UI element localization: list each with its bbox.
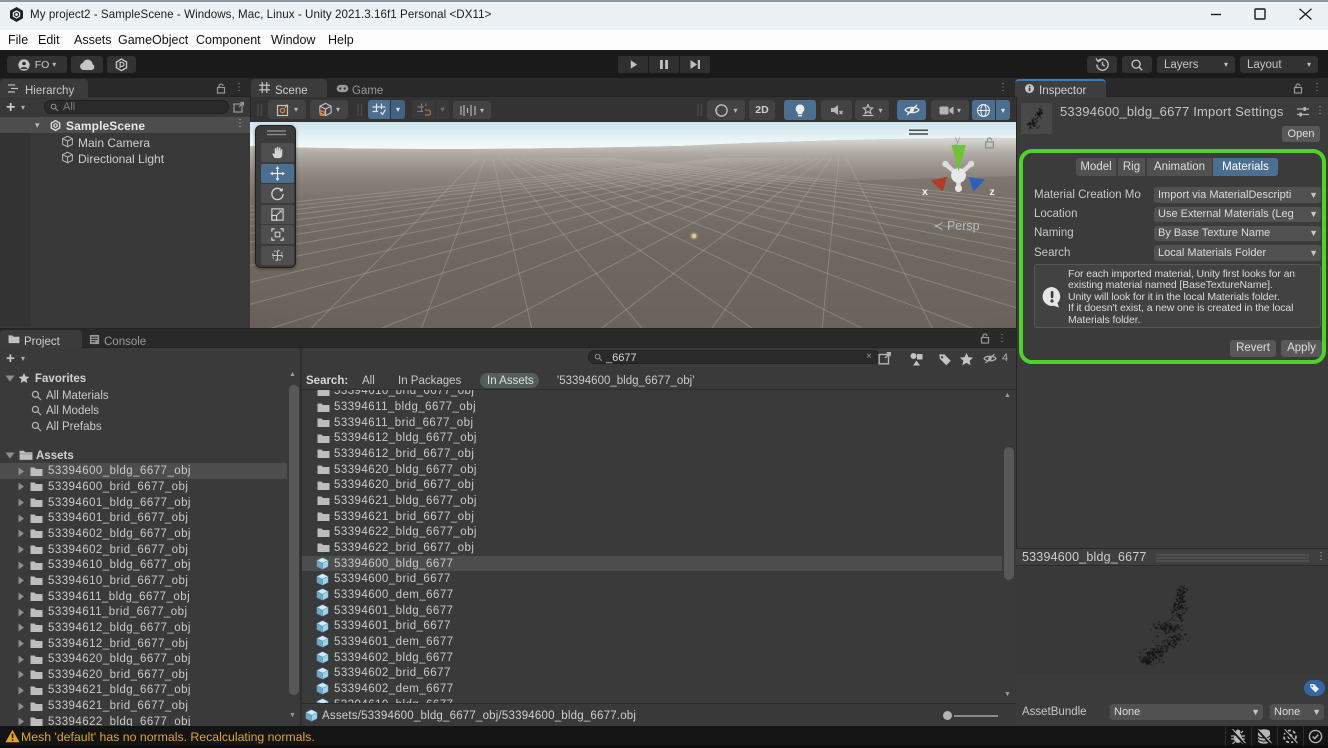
svg-text:x: x: [922, 186, 928, 198]
svg-text:z: z: [990, 186, 995, 198]
svg-text:y: y: [955, 135, 960, 146]
